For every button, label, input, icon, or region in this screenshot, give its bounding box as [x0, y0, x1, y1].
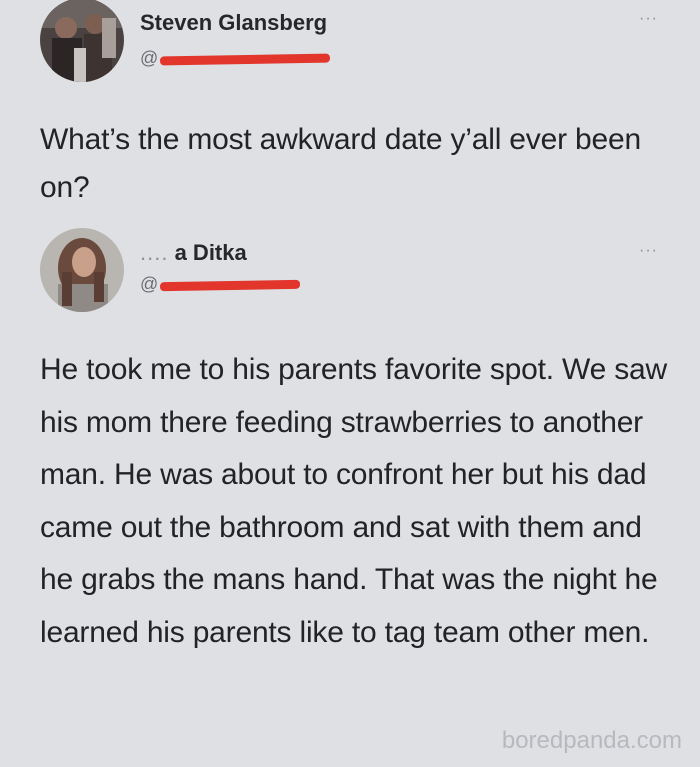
handle-at: @ — [140, 274, 159, 294]
avatar[interactable] — [40, 0, 124, 82]
avatar[interactable] — [40, 228, 124, 312]
handle-at: @ — [140, 48, 159, 68]
display-name[interactable]: .... a Ditka — [140, 240, 247, 266]
redaction-mark — [160, 53, 331, 66]
more-options-icon[interactable]: ··· — [639, 242, 658, 260]
display-name[interactable]: Steven Glansberg — [140, 10, 327, 36]
handle[interactable]: @ — [140, 274, 301, 295]
display-name-text: a Ditka — [174, 240, 247, 265]
tweet-text: What’s the most awkward date y’all ever … — [40, 123, 641, 204]
more-options-icon[interactable]: ··· — [639, 10, 658, 28]
display-name-obscured: .... — [140, 240, 169, 265]
watermark: boredpanda.com — [501, 727, 682, 754]
tweet-text: He took me to his parents favorite spot.… — [40, 353, 668, 649]
redaction-mark — [160, 279, 301, 291]
handle[interactable]: @ — [140, 48, 331, 69]
